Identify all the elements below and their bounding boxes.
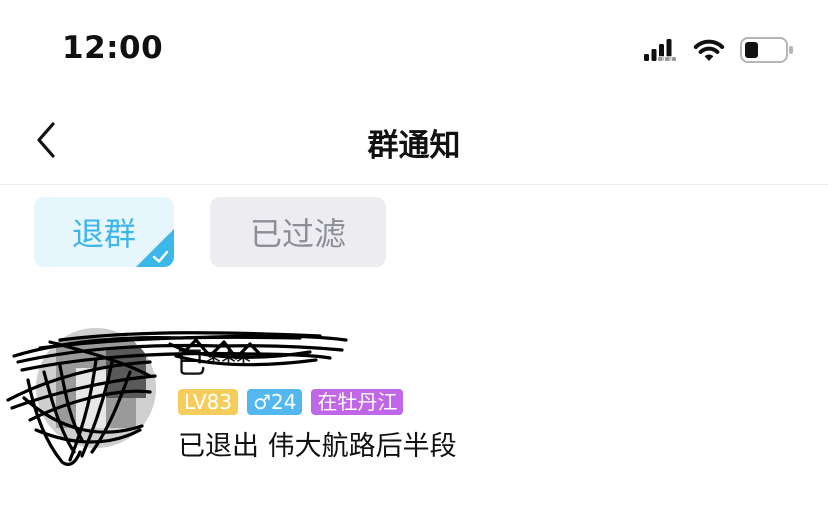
wifi-icon: [693, 39, 725, 61]
signal-icon: [644, 39, 678, 62]
avatar[interactable]: [36, 328, 156, 448]
status-time: 12:00: [62, 30, 164, 66]
notification-description: 已退出 伟大航路后半段: [178, 431, 457, 462]
status-icons: [644, 36, 794, 64]
screen: 12:00 群通知 退群 已过滤 已*** LV83 ♂24 在牡丹江 已退出 …: [0, 0, 828, 529]
level-badge: LV83: [178, 389, 239, 415]
filter-chip-quit-group[interactable]: 退群: [34, 197, 174, 267]
battery-icon: [740, 37, 793, 63]
gender-age-badge: ♂24: [247, 389, 303, 415]
location-badge: 在牡丹江: [311, 389, 404, 415]
member-name: 已***: [176, 346, 251, 381]
member-tags: LV83 ♂24 在牡丹江: [178, 389, 404, 415]
avatar-image: [36, 328, 156, 448]
nav-divider: [0, 184, 828, 185]
page-title: 群通知: [367, 128, 461, 164]
filter-chip-label: 已过滤: [249, 215, 346, 253]
filter-chip-label: 退群: [71, 215, 136, 253]
check-corner-icon: [136, 229, 174, 267]
filter-chip-filtered[interactable]: 已过滤: [210, 197, 386, 267]
